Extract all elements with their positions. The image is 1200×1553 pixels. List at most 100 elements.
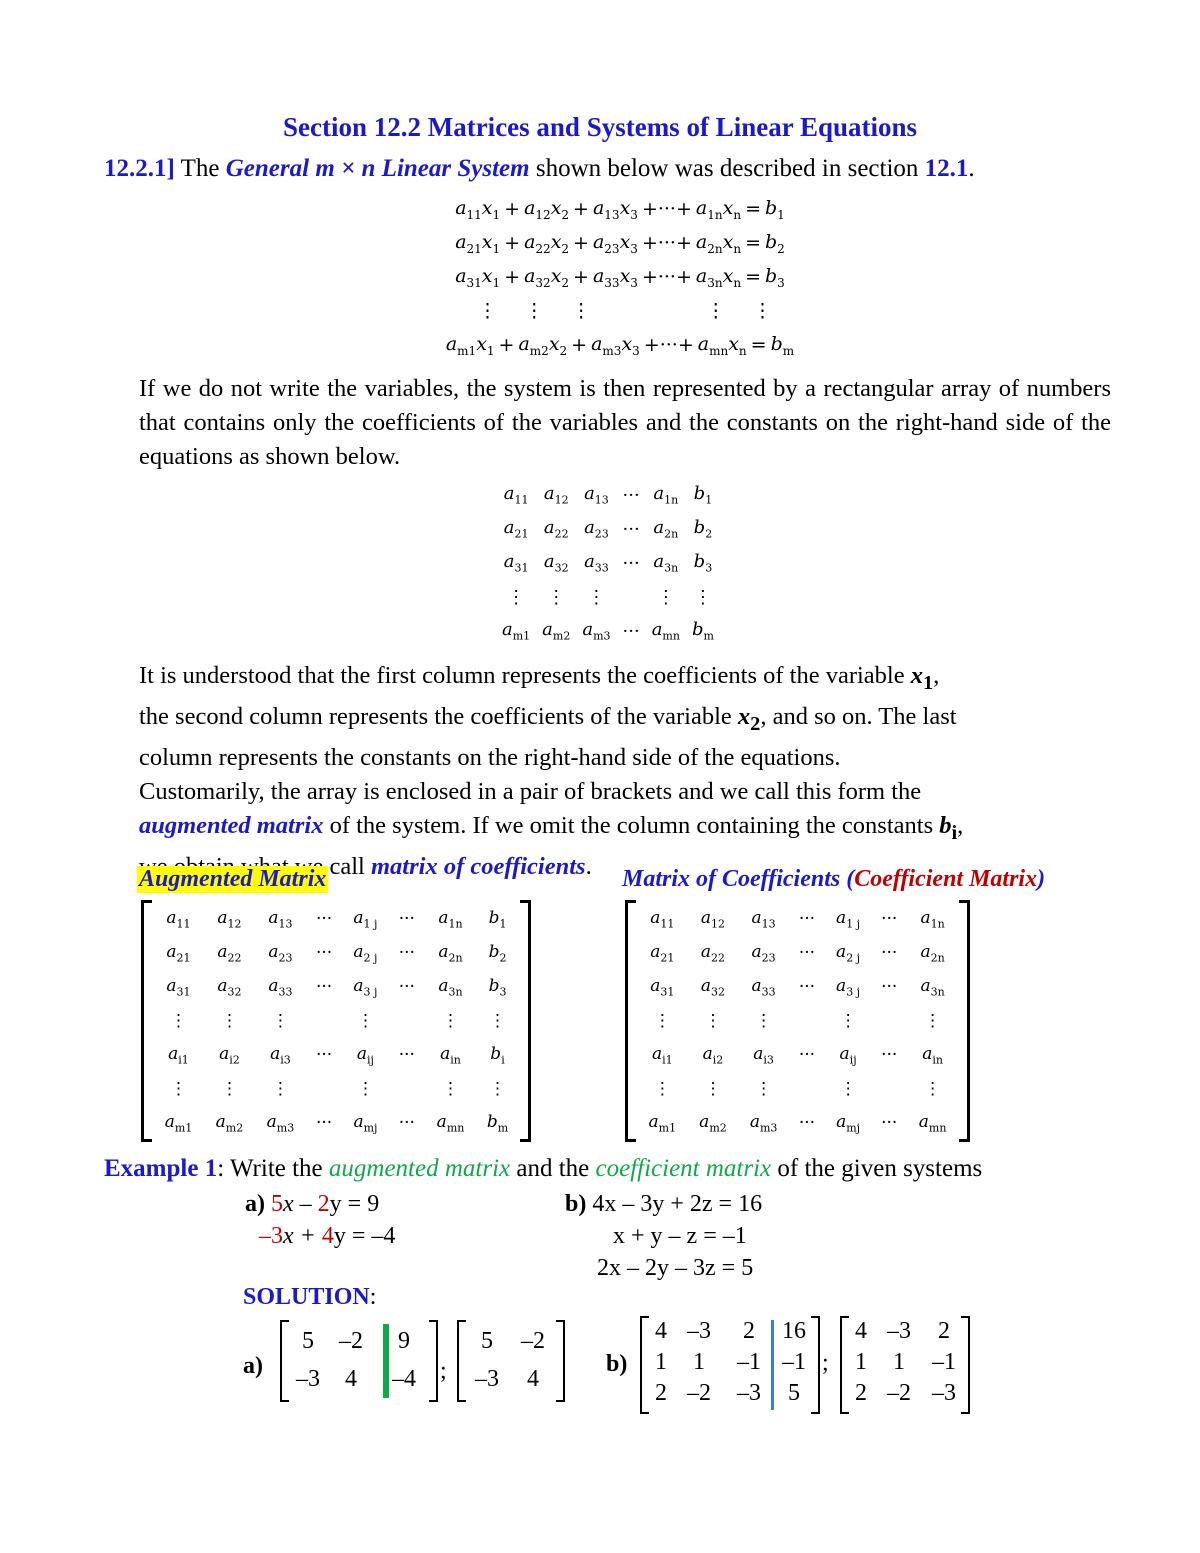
subscript: n (733, 275, 742, 290)
matrix-entry: bm (770, 332, 795, 358)
matrix-entry: ai2 (702, 1043, 724, 1067)
matrix-entry: a1 j (836, 907, 861, 931)
matrix-cell: 1 (893, 1349, 905, 1375)
matrix-cell: –2 (887, 1380, 911, 1406)
matrix-row: a11 a12 a13 ··· a1 j ··· a1n b1 (153, 902, 519, 936)
matrix-entry: a32 (217, 975, 242, 999)
matrix-entry: a1n (695, 196, 723, 222)
subscript: m2 (529, 343, 549, 358)
subscript: 13 (594, 493, 609, 507)
subscript: 1 (777, 207, 785, 222)
matrix-entry: a32 (543, 551, 569, 575)
hdots-icon: ··· (881, 1113, 898, 1133)
matrix-entry: xn (722, 264, 742, 290)
hdots-icon: ··· (398, 1045, 415, 1065)
vdots-row: ⋮ ⋮ ⋮ ⋮ ⋮ ⋮ (153, 1004, 519, 1038)
matrix-cell: a11 (153, 902, 204, 936)
subscript: i1 (178, 1053, 189, 1067)
intro-end: . (968, 155, 975, 182)
matrix-cell: aij (342, 1038, 388, 1072)
intro-ref: 12.1 (924, 155, 969, 182)
matrix-entry: x2 (550, 230, 570, 256)
matrix-cell: –2 (339, 1327, 363, 1354)
matrix-entry: x3 (621, 332, 640, 358)
subscript: 33 (278, 985, 293, 999)
p2-line-5: augmented matrix of the system. If we om… (139, 811, 964, 844)
array-cell: am1 (496, 614, 536, 648)
matrix-entry: a2n (653, 517, 679, 541)
subscript: 2 (561, 207, 570, 222)
matrix-entry: am2 (215, 1111, 244, 1135)
matrix-entry: a22 (524, 230, 551, 256)
vdots-icon: ⋮ (587, 586, 606, 608)
subscript: 1 (492, 207, 501, 222)
subscript: 1 (492, 241, 501, 256)
subscript: 32 (554, 561, 569, 575)
array-row: am1 am2 am3 ··· amn bm (496, 614, 720, 648)
matrix-cell: –3 (475, 1365, 499, 1392)
subscript: 1 j (363, 917, 378, 931)
subscript: 31 (660, 985, 675, 999)
matrix-cell: amn (425, 1106, 476, 1140)
matrix-cell: ai1 (637, 1038, 688, 1072)
matrix-entry: a12 (543, 483, 569, 507)
matrix-cell: am1 (153, 1106, 204, 1140)
operator: + (498, 334, 515, 356)
matrix-entry: x1 (481, 196, 501, 222)
matrix-cell: 2 (655, 1380, 667, 1406)
subscript: 1n (707, 207, 723, 222)
example-label: Example 1 (104, 1155, 218, 1182)
array-cell: a12 (536, 478, 576, 512)
hdots-icon: ··· (315, 1045, 333, 1065)
p2-line-2: the second column represents the coeffic… (139, 702, 957, 735)
operator: + (571, 334, 588, 356)
vdots-icon: ⋮ (547, 586, 566, 608)
array-row: a11 a12 a13 ··· a1n b1 (496, 478, 720, 512)
matrix-row: 2 –2 –3 (848, 1378, 964, 1409)
matrix-entry: ai3 (270, 1043, 291, 1067)
subscript: 11 (660, 917, 675, 931)
matrix-entry: am1 (648, 1111, 677, 1135)
matrix-cell: ai3 (738, 1038, 789, 1072)
matrix-cell: 4 (855, 1318, 867, 1344)
vdots-icon: ⋮ (271, 1011, 289, 1031)
matrix-cell: 1 (693, 1349, 705, 1375)
augmented-matrix-label: Augmented Matrix (137, 866, 329, 893)
vdots-icon: ⋮ (693, 586, 712, 608)
subscript: i3 (763, 1053, 774, 1067)
matrix-entry: a12 (217, 907, 242, 931)
matrix-entry: b2 (693, 517, 713, 541)
matrix-entry: ain (922, 1043, 943, 1067)
matrix-entry: a1n (653, 483, 679, 507)
vdots-icon: ⋮ (356, 1079, 374, 1099)
matrix-cell: –2 (521, 1327, 545, 1354)
matrix-entry: am1 (445, 332, 477, 358)
subscript: 3 (705, 561, 713, 575)
matrix-cell: amj (342, 1106, 388, 1140)
matrix-entry: ai2 (219, 1043, 240, 1067)
matrix-cell: a33 (255, 970, 306, 1004)
matrix-entry: a13 (584, 483, 609, 507)
hdots-icon: ··· (798, 1045, 816, 1065)
subscript: 31 (176, 985, 191, 999)
hdots-icon: ··· (798, 943, 816, 963)
vdots-icon (789, 1072, 825, 1106)
matrix-entry: am3 (266, 1111, 295, 1135)
matrix-row: 2 –2 –3 5 (648, 1378, 814, 1409)
matrix-cell: a13 (255, 902, 306, 936)
matrix-cell: ai3 (255, 1038, 306, 1072)
matrix-entry: am3 (591, 332, 622, 358)
matrix-cell: a1 j (342, 902, 388, 936)
vdots-row: ⋮ ⋮ ⋮ ⋮ ⋮ (496, 580, 720, 614)
subscript: m1 (512, 629, 531, 643)
subscript: mn (709, 343, 729, 358)
hdots-icon: ··· (881, 909, 898, 929)
matrix-entry: a31 (455, 264, 482, 290)
matrix-entry: ai3 (753, 1043, 774, 1067)
hdots-icon: ··· (315, 1113, 333, 1133)
subscript: 3 (632, 343, 640, 358)
vdots-icon: ⋮ (507, 586, 526, 608)
subscript: m2 (552, 629, 571, 643)
subscript: 11 (514, 493, 529, 507)
intro-text: The (174, 155, 226, 182)
